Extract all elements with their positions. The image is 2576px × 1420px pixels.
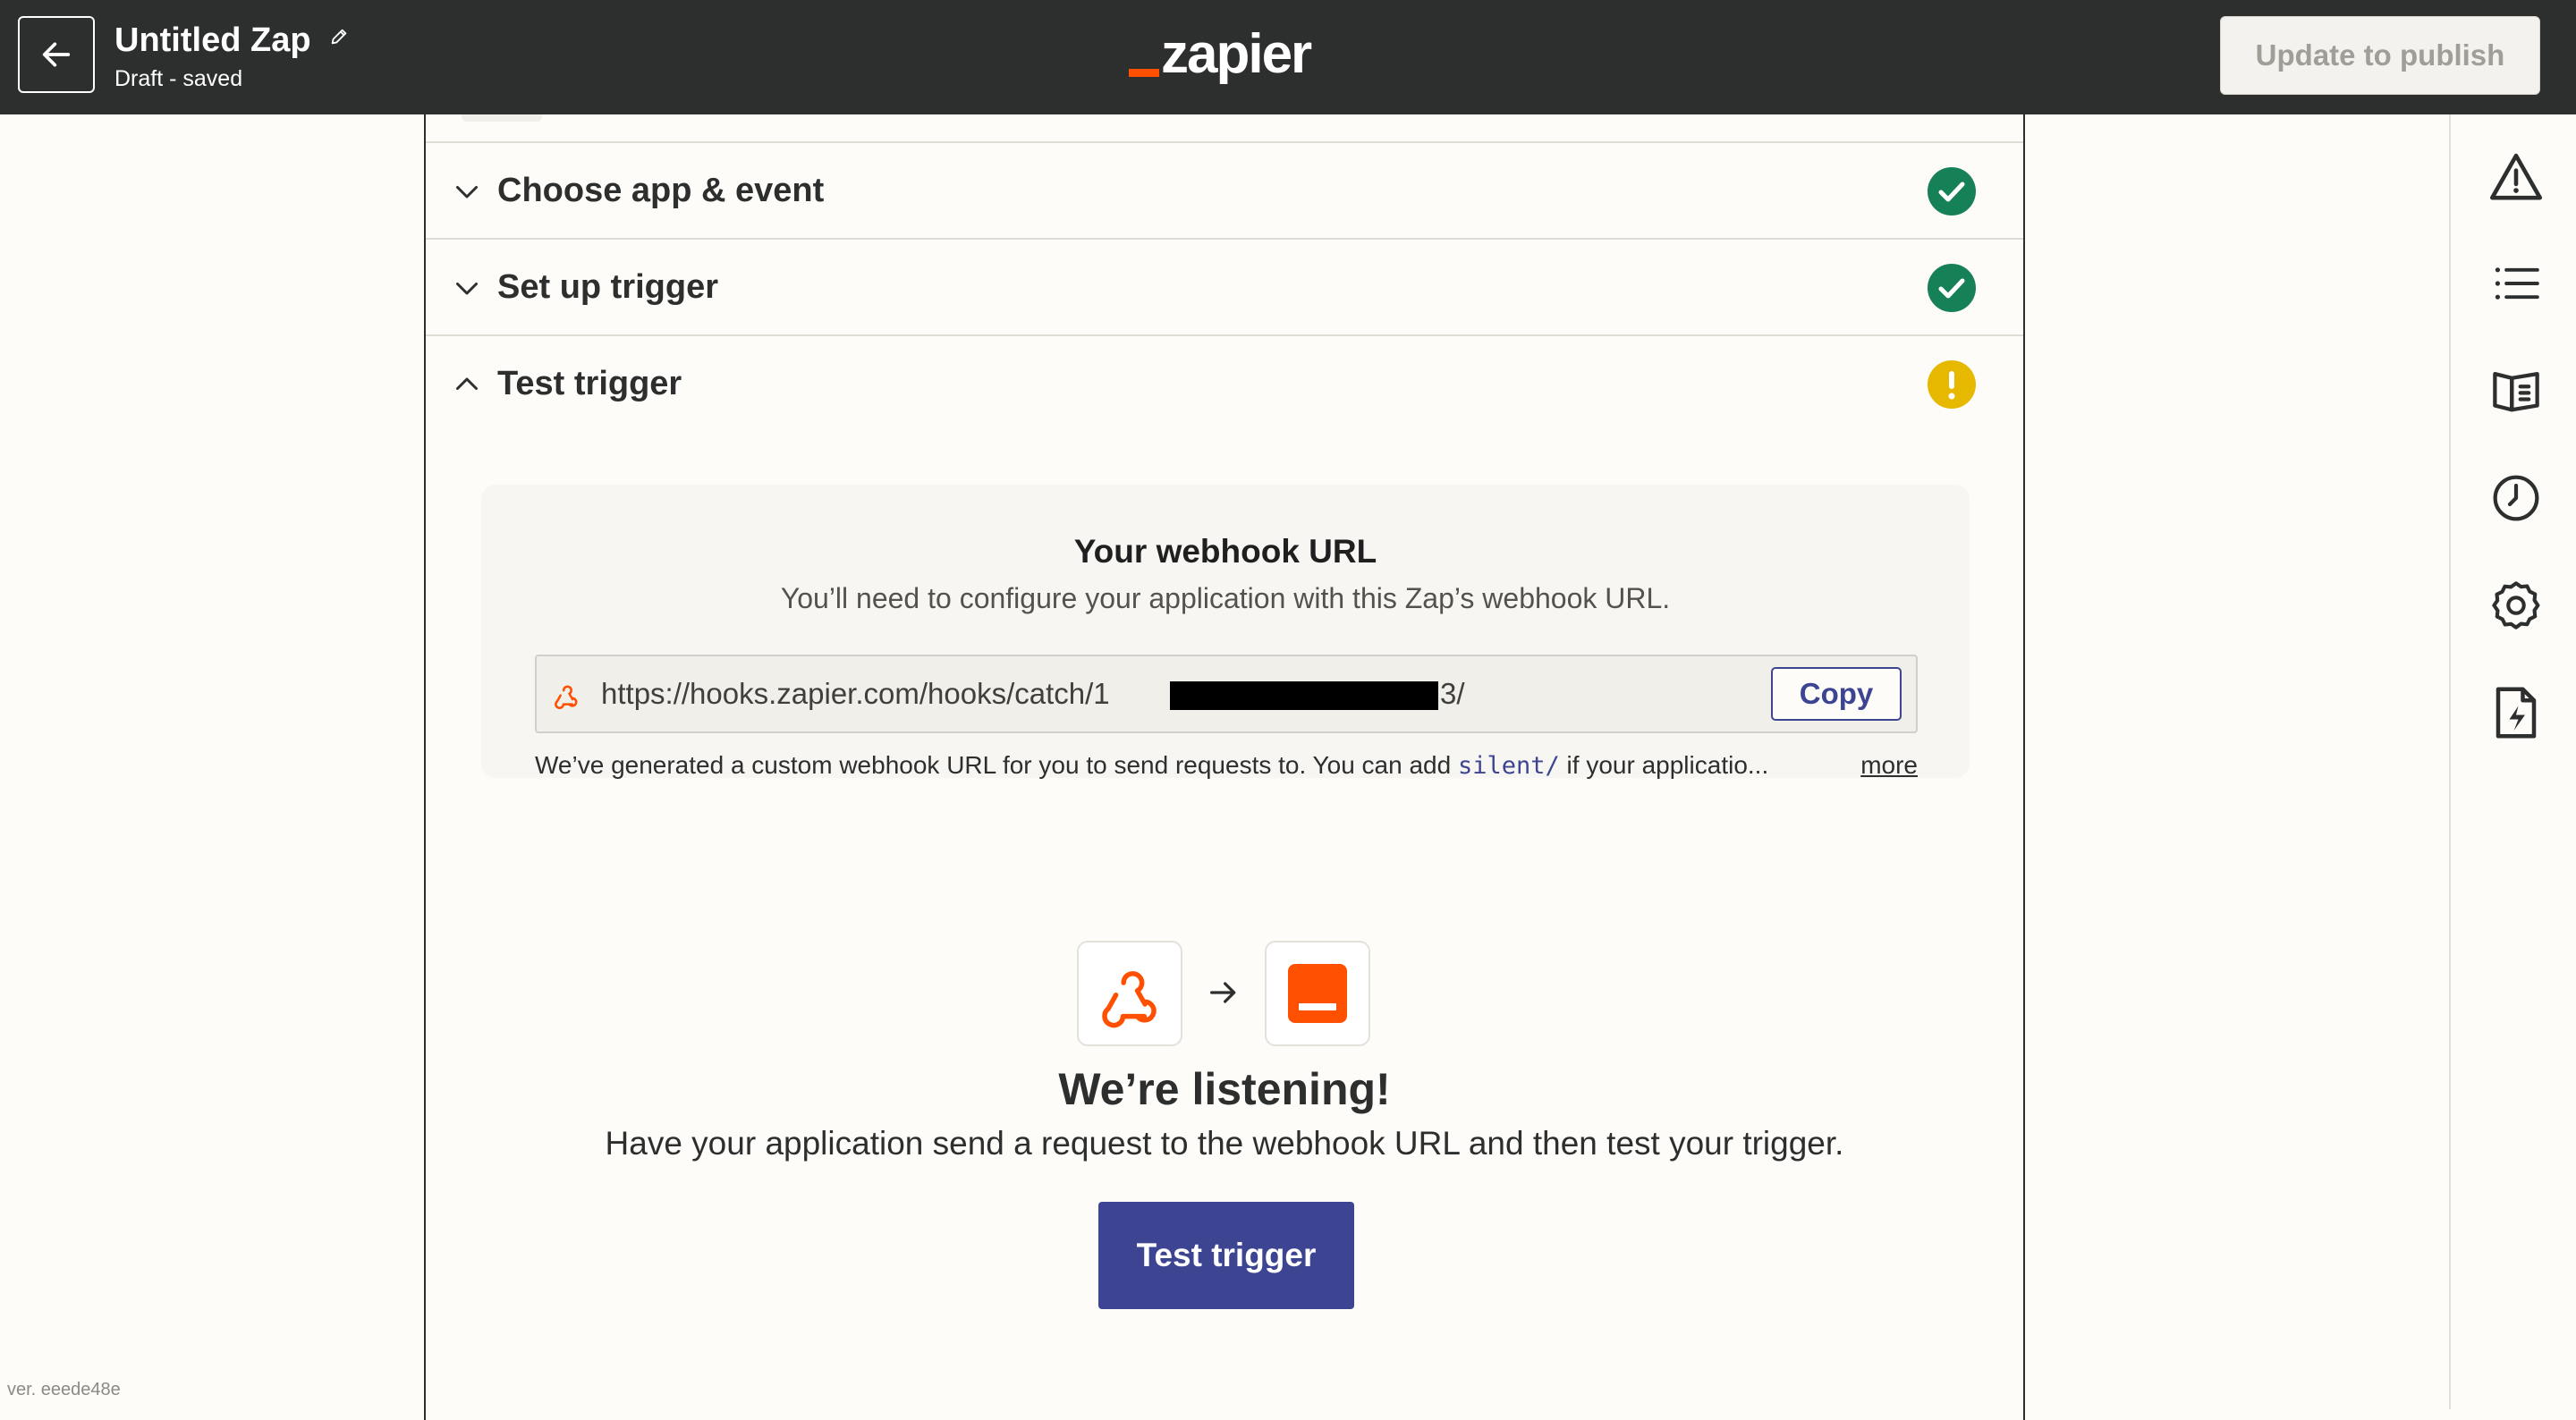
webhook-url-field[interactable]: https://hooks.zapier.com/hooks/catch/1 3… xyxy=(535,655,1918,733)
editor-panel: Choose app & event Set up trigger Test t… xyxy=(424,114,2025,1420)
listening-title: We’re listening! xyxy=(1058,1064,1391,1114)
file-bolt-icon xyxy=(2496,687,2537,739)
chevron-down-icon xyxy=(456,186,478,199)
webhook-title: Your webhook URL xyxy=(1073,533,1377,570)
section-label: Choose app & event xyxy=(497,172,825,209)
logo-text: zapier xyxy=(1161,23,1312,85)
sidebar-outline-button[interactable] xyxy=(2488,256,2544,311)
chevron-down-icon xyxy=(456,283,478,295)
top-bar: Untitled Zap Draft - saved zapier Update… xyxy=(0,0,2576,114)
sidebar-guide-button[interactable] xyxy=(2488,363,2544,418)
silent-code: silent/ xyxy=(1457,752,1560,780)
zap-status: Draft - saved xyxy=(114,66,243,91)
panel-top-strip xyxy=(426,114,2023,143)
panel-top-stub xyxy=(462,114,542,122)
test-trigger-button[interactable]: Test trigger xyxy=(1098,1202,1354,1309)
arrow-left-icon xyxy=(42,42,71,67)
logo-underscore xyxy=(1129,69,1159,77)
arrow-right-icon xyxy=(1210,982,1236,1003)
webhook-url-suffix: 3/ xyxy=(1440,677,1465,710)
redacted-block xyxy=(1170,681,1438,710)
sidebar-warning-button[interactable] xyxy=(2488,148,2544,204)
section-set-up-trigger[interactable]: Set up trigger xyxy=(426,240,2023,336)
webhook-icon xyxy=(555,685,578,709)
section-label: Set up trigger xyxy=(497,268,719,306)
right-sidebar xyxy=(2449,114,2576,1409)
warning-icon xyxy=(2489,153,2543,200)
update-to-publish-button[interactable]: Update to publish xyxy=(2220,16,2540,95)
listening-description: Have your application send a request to … xyxy=(605,1125,1844,1162)
sidebar-file-button[interactable] xyxy=(2488,685,2544,740)
webhook-url-card: Your webhook URL You’ll need to configur… xyxy=(481,485,1970,780)
webhooks-app-tile xyxy=(1077,941,1182,1046)
section-choose-app-event[interactable]: Choose app & event xyxy=(426,143,2023,240)
check-circle-icon xyxy=(1928,264,1976,312)
list-icon xyxy=(2495,267,2539,300)
copy-button[interactable]: Copy xyxy=(1771,667,1902,721)
clock-icon xyxy=(2493,475,2539,521)
trigger-app-tile xyxy=(1265,941,1370,1046)
warning-circle-icon xyxy=(1928,360,1976,409)
section-test-trigger[interactable]: Test trigger xyxy=(426,336,2023,433)
webhook-help-text: We’ve generated a custom webhook URL for… xyxy=(535,749,1918,782)
help-text-end: if your applicatio... xyxy=(1559,751,1769,779)
sidebar-history-button[interactable] xyxy=(2488,470,2544,526)
zapier-logo: zapier xyxy=(1129,23,1312,86)
book-icon xyxy=(2493,371,2539,412)
app-tile-icon xyxy=(1288,964,1347,1023)
chevron-up-icon xyxy=(456,377,478,390)
webhook-url-text: https://hooks.zapier.com/hooks/catch/1 xyxy=(601,677,1110,710)
gear-icon xyxy=(2492,581,2540,630)
more-link[interactable]: more xyxy=(1860,749,1918,782)
webhook-icon xyxy=(1102,971,1157,1028)
back-button[interactable] xyxy=(18,16,95,93)
zap-title-text: Untitled Zap xyxy=(114,21,311,59)
pencil-icon[interactable] xyxy=(329,27,349,46)
webhook-subtitle: You’ll need to configure your applicatio… xyxy=(780,582,1671,614)
version-label: ver. eeede48e xyxy=(7,1380,121,1399)
sidebar-settings-button[interactable] xyxy=(2488,578,2544,633)
section-label: Test trigger xyxy=(497,365,682,402)
check-circle-icon xyxy=(1928,167,1976,216)
zap-title[interactable]: Untitled Zap xyxy=(114,20,349,61)
help-text-start: We’ve generated a custom webhook URL for… xyxy=(535,751,1458,779)
